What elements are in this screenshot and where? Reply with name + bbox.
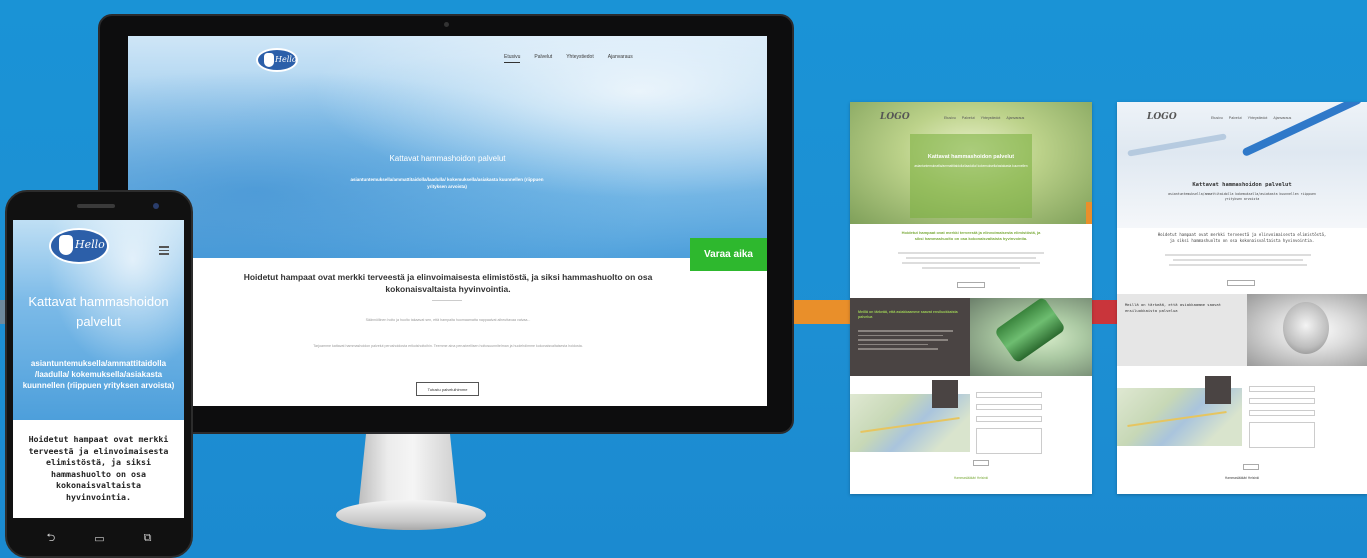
mockup1-intro-text: Hoidetut hampaat ovat merkki terveestä j… xyxy=(901,230,1041,241)
content-paragraph-1: Säännöllinen hoito ja huolto takaavat se… xyxy=(365,318,531,322)
nav-item-etusivu[interactable]: Etusivu xyxy=(504,54,521,63)
hero-subtitle: asiantuntemuksella/ammattitaidolla/laadu… xyxy=(350,177,544,189)
mockup2-send-button[interactable] xyxy=(1243,464,1259,470)
mockup1-footer: Hammaslääkäri Helsinki xyxy=(953,476,989,480)
mockup1-hero-title: Kattavat hammashoidon palvelut xyxy=(927,154,1015,160)
home-icon[interactable]: ▭ xyxy=(94,532,104,545)
book-appointment-button[interactable]: Varaa aika xyxy=(690,238,767,271)
mockup2-nav-item[interactable]: Palvelut xyxy=(1229,116,1242,120)
mockup1-side-tab[interactable] xyxy=(1086,202,1092,224)
nav-item-ajanvaraus[interactable]: Ajanvaraus xyxy=(608,54,633,63)
main-nav: Etusivu Palvelut Yhteystiedot Ajanvaraus xyxy=(504,54,633,63)
mockup2-map-popup xyxy=(1205,376,1231,404)
child-image xyxy=(1283,302,1329,354)
mockup1-map-popup xyxy=(932,380,958,408)
nav-item-palvelut[interactable]: Palvelut xyxy=(534,54,552,63)
mockup1-nav-item[interactable]: Palvelut xyxy=(962,116,975,120)
mobile-hero-title: Kattavat hammashoidon palvelut xyxy=(28,294,169,329)
form-textarea[interactable] xyxy=(976,428,1042,454)
mockup2-hero-subtitle: asiantuntemuksella/ammattitaidolla kokem… xyxy=(1168,192,1316,201)
services-button[interactable]: Tutustu palveluihimme xyxy=(416,382,479,396)
hero-banner xyxy=(128,36,767,258)
mockup1-dark-text: Meillä on tärkeää, että asiakkaamme saav… xyxy=(858,310,958,319)
mockup2-nav-item[interactable]: Etusivu xyxy=(1211,116,1223,120)
hero-title: Kattavat hammashoidon palvelut xyxy=(389,154,506,163)
form-field[interactable] xyxy=(1249,386,1315,392)
logo-text: Hello xyxy=(275,55,297,64)
form-field[interactable] xyxy=(1249,398,1315,404)
mobile-phone: Hello Kattavat hammashoidon palvelut asi… xyxy=(5,190,193,558)
mockup1-nav-item[interactable]: Yhteystiedot xyxy=(981,116,1001,120)
mockup1-nav: Etusivu Palvelut Yhteystiedot Ajanvaraus xyxy=(944,116,1024,120)
mobile-screen: Hello Kattavat hammashoidon palvelut asi… xyxy=(13,220,184,518)
mockup1-contact-form xyxy=(976,392,1042,460)
mockup1-hero-box xyxy=(910,134,1032,218)
mockup1-button[interactable] xyxy=(957,282,985,288)
back-icon[interactable]: ⮌ xyxy=(46,529,55,548)
form-field[interactable] xyxy=(976,416,1042,422)
content-paragraph-2: Tarjoamme kattavat hammashoidon palvelut… xyxy=(313,344,583,348)
mockup1-hero-subtitle: asiantuntemuksella/ammattitaidolla/laadu… xyxy=(914,164,1028,168)
nav-item-yhteystiedot[interactable]: Yhteystiedot xyxy=(566,54,594,63)
form-field[interactable] xyxy=(976,404,1042,410)
mockup2-body-lines xyxy=(1157,254,1319,269)
monitor-base xyxy=(336,500,486,530)
mockup2-nav-item[interactable]: Yhteystiedot xyxy=(1248,116,1268,120)
form-field[interactable] xyxy=(1249,410,1315,416)
mockup1-nav-item[interactable]: Etusivu xyxy=(944,116,956,120)
hamburger-menu-icon[interactable] xyxy=(159,246,169,257)
mockup2-logo[interactable]: LOGO xyxy=(1147,112,1177,122)
mockup-card-1: LOGO Etusivu Palvelut Yhteystiedot Ajanv… xyxy=(850,102,1092,494)
mockup2-footer: Hammaslääkäri Helsinki xyxy=(1224,476,1260,480)
divider xyxy=(432,300,462,301)
monitor-camera xyxy=(444,22,449,27)
mockup1-body-lines xyxy=(890,252,1052,272)
phone-nav-bar: ⮌ ▭ ⧉ xyxy=(7,518,191,558)
desktop-monitor: Hello Etusivu Palvelut Yhteystiedot Ajan… xyxy=(98,14,794,434)
tooth-icon xyxy=(59,235,73,255)
mockup1-dark-lines xyxy=(858,330,958,353)
form-textarea[interactable] xyxy=(1249,422,1315,448)
mockup2-grey-text: Meillä on tärkeää, että asiakkaamme saav… xyxy=(1125,302,1222,313)
mockup2-nav: Etusivu Palvelut Yhteystiedot Ajanvaraus xyxy=(1211,116,1291,120)
form-field[interactable] xyxy=(976,392,1042,398)
mockup2-button[interactable] xyxy=(1227,280,1255,286)
mockup2-hero-title: Kattavat hammashoidon palvelut xyxy=(1192,182,1292,188)
recent-apps-icon[interactable]: ⧉ xyxy=(144,532,152,545)
mobile-logo-text: Hello xyxy=(75,238,105,251)
mockup2-contact-form xyxy=(1249,386,1315,454)
mockup2-intro-text: Hoidetut hampaat ovat merkki terveestä j… xyxy=(1157,232,1327,243)
mobile-content-text: Hoidetut hampaat ovat merkki terveestä j… xyxy=(28,434,169,502)
mockup1-nav-item[interactable]: Ajanvaraus xyxy=(1006,116,1024,120)
mockup-card-2: LOGO Etusivu Palvelut Yhteystiedot Ajanv… xyxy=(1117,102,1367,494)
mobile-logo[interactable]: Hello xyxy=(49,228,109,264)
mockup1-send-button[interactable] xyxy=(973,460,989,466)
phone-speaker xyxy=(77,204,115,208)
logo[interactable]: Hello xyxy=(256,48,298,72)
mockup1-logo[interactable]: LOGO xyxy=(880,112,910,122)
desktop-screen: Hello Etusivu Palvelut Yhteystiedot Ajan… xyxy=(128,36,767,406)
content-title: Hoidetut hampaat ovat merkki terveestä j… xyxy=(243,272,653,294)
mockup2-nav-item[interactable]: Ajanvaraus xyxy=(1273,116,1291,120)
tooth-icon xyxy=(264,53,274,67)
mobile-hero-subtitle: asiantuntemuksella/ammattitaidolla /laad… xyxy=(22,359,175,390)
phone-camera xyxy=(153,203,159,209)
